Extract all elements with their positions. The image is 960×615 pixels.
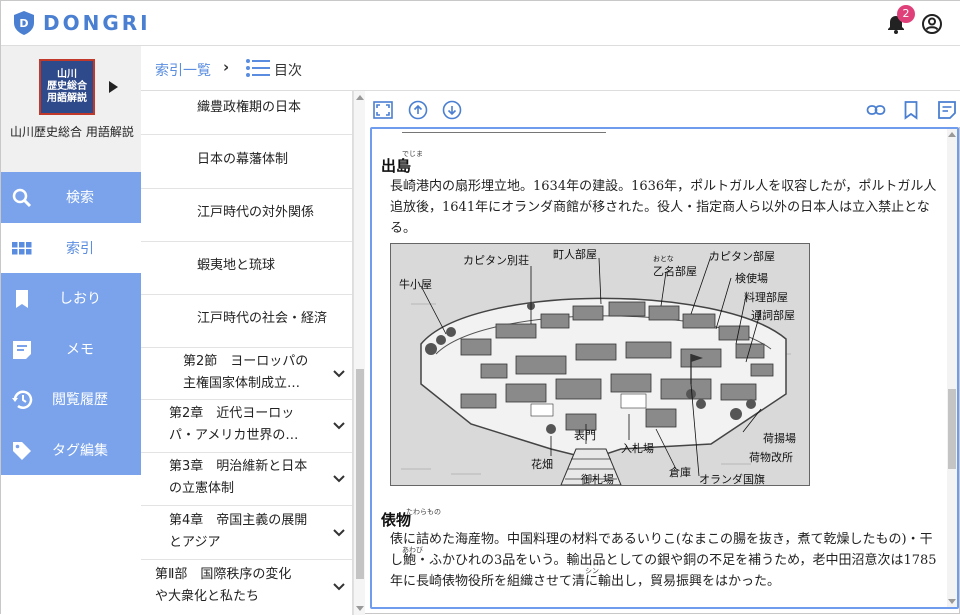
ruby-text: たわらもの [406,508,441,516]
chevron-right-icon: › [223,58,230,76]
scroll-thumb[interactable] [356,369,364,579]
nav-label: 検索 [66,190,94,207]
entry-heading: 出島 [381,157,412,175]
chevron-down-icon[interactable] [333,475,345,483]
nav-label: 閲覧履歴 [52,392,108,409]
play-triangle-icon[interactable] [109,81,118,93]
toc-item-part[interactable]: 第Ⅱ部 国際秩序の変化 や大衆化と私たち [141,560,352,615]
tag-icon [13,441,31,460]
list-icon [246,59,270,77]
chevron-down-icon[interactable] [333,422,345,430]
scroll-down-arrow-icon[interactable] [356,606,364,611]
reader-content: ――――――――――――――――― でじま 出島 長崎港内の扇形埋立地。1634… [370,127,959,609]
chevron-down-icon[interactable] [333,529,345,537]
toc-item-chapter[interactable]: 第2章 近代ヨーロッ パ・アメリカ世界の… [141,400,352,453]
entry-text: 長崎港内の扇形埋立地。1634年の建設。1636年，ポルトガル人を収容したが，ポ… [390,179,937,236]
nav-memo[interactable]: メモ [1,323,141,374]
account-icon[interactable] [921,13,943,35]
toc-scrollbar[interactable] [353,91,365,615]
nav-bookmarks[interactable]: しおり [1,273,141,324]
figure-label: オランダ国旗 [699,473,765,486]
figure-label: 表門 [574,429,596,442]
figure-label: 料理部屋 [744,291,788,304]
notification-badge: 2 [897,5,915,23]
toc-item[interactable]: 江戸時代の対外関係 [141,189,352,242]
figure-label: 牛小屋 [399,278,432,291]
search-icon [12,188,32,208]
figure-label: 荷揚場 [763,432,796,445]
scroll-thumb[interactable] [948,389,956,469]
figure-label: 入札場 [621,442,654,455]
figure-label: 荷物改所 [749,451,793,464]
toc-item[interactable]: 日本の幕藩体制 [141,135,352,189]
figure-label: 検使場 [735,272,768,285]
previous-text-fragment: ――――――――――――――――― [402,129,606,133]
entry-heading: 俵物 [381,511,412,529]
figure-label: カピタン別荘 [463,254,529,267]
figure-label: 乙名部屋 [653,265,697,278]
next-entry-arrow-down-icon[interactable] [442,100,462,120]
svg-text:D: D [19,17,28,30]
nav-label: しおり [59,291,101,308]
toc-item[interactable]: 江戸時代の社会・経済 [141,295,352,348]
figure-label: 通詞部屋 [751,309,795,322]
toc-item-section[interactable]: 第2節 ヨーロッパの 主権国家体制成立… [141,348,352,400]
bookmark-icon [16,290,28,308]
bookmark-outline-icon[interactable] [901,100,921,120]
nav-label: 索引 [66,240,94,257]
figure-label: 御札場 [581,473,614,486]
app-logo[interactable]: D DONGRI [13,10,151,36]
memo-add-icon[interactable] [937,100,957,120]
dongri-logo-icon: D [14,11,34,35]
toc-item-chapter[interactable]: 第3章 明治維新と日本 の立憲体制 [141,453,352,506]
nav-history[interactable]: 閲覧履歴 [1,374,141,425]
toc-item[interactable]: 織豊政権期の日本 [141,91,352,135]
left-sidebar: 山川 歴史総合 用語解説 山川歴史総合 用語解説 検索 索引 しおり メモ 閲覧… [1,46,141,615]
link-icon[interactable] [866,100,886,120]
scroll-up-arrow-icon[interactable] [356,95,364,100]
entry-text: 俵に詰めた海産物。中国料理の材料であるいりこ(なまこの腸を抜き，煮て乾燥したもの… [390,532,937,589]
figure-label: カピタン部屋 [709,250,775,263]
book-cover[interactable]: 山川 歴史総合 用語解説 [39,59,95,115]
grid-icon [12,241,32,254]
book-info: 山川 歴史総合 用語解説 山川歴史総合 用語解説 [1,46,141,172]
fullscreen-icon[interactable] [373,100,393,120]
chevron-down-icon[interactable] [333,370,345,378]
figure-label: 花畑 [531,458,553,471]
toc-item[interactable]: 蝦夷地と琉球 [141,242,352,295]
history-icon [12,390,33,409]
toc-list: 織豊政権期の日本 日本の幕藩体制 江戸時代の対外関係 蝦夷地と琉球 江戸時代の社… [141,91,353,615]
reader-toolbar [365,91,960,127]
toc-header: 索引一覧 › 目次 [141,46,960,91]
reader-scrollbar[interactable] [947,129,957,607]
nav-index[interactable]: 索引 [1,222,141,273]
app-name: DONGRI [43,11,151,35]
app-frame: D DONGRI 2 山川 歴史総合 用語解説 山川歴史総合 用語解説 検索 索… [0,0,960,615]
figure-label: 倉庫 [669,466,691,479]
prev-entry-arrow-up-icon[interactable] [408,100,428,120]
toc-title: 目次 [274,63,302,79]
scroll-down-arrow-icon[interactable] [948,599,956,604]
top-bar: D DONGRI 2 [1,1,960,46]
memo-icon [13,340,31,359]
breadcrumb-index-link[interactable]: 索引一覧 [155,60,211,80]
nav-label: メモ [66,341,94,358]
sidebar-nav: 検索 索引 しおり メモ 閲覧履歴 タグ編集 [1,172,141,475]
chevron-down-icon[interactable] [333,583,345,591]
dejima-illustration: カピタン別荘 町人部屋 カピタン部屋 おとな 乙名部屋 検使場 牛小屋 料理部屋… [390,243,810,486]
figure-label: 町人部屋 [553,248,597,261]
nav-search[interactable]: 検索 [1,172,141,223]
nav-label: タグ編集 [52,442,108,459]
nav-tag-edit[interactable]: タグ編集 [1,424,141,475]
toc-item-chapter[interactable]: 第4章 帝国主義の展開 とアジア [141,506,352,560]
scroll-up-arrow-icon[interactable] [948,132,956,137]
book-title: 山川歴史総合 用語解説 [10,125,134,139]
